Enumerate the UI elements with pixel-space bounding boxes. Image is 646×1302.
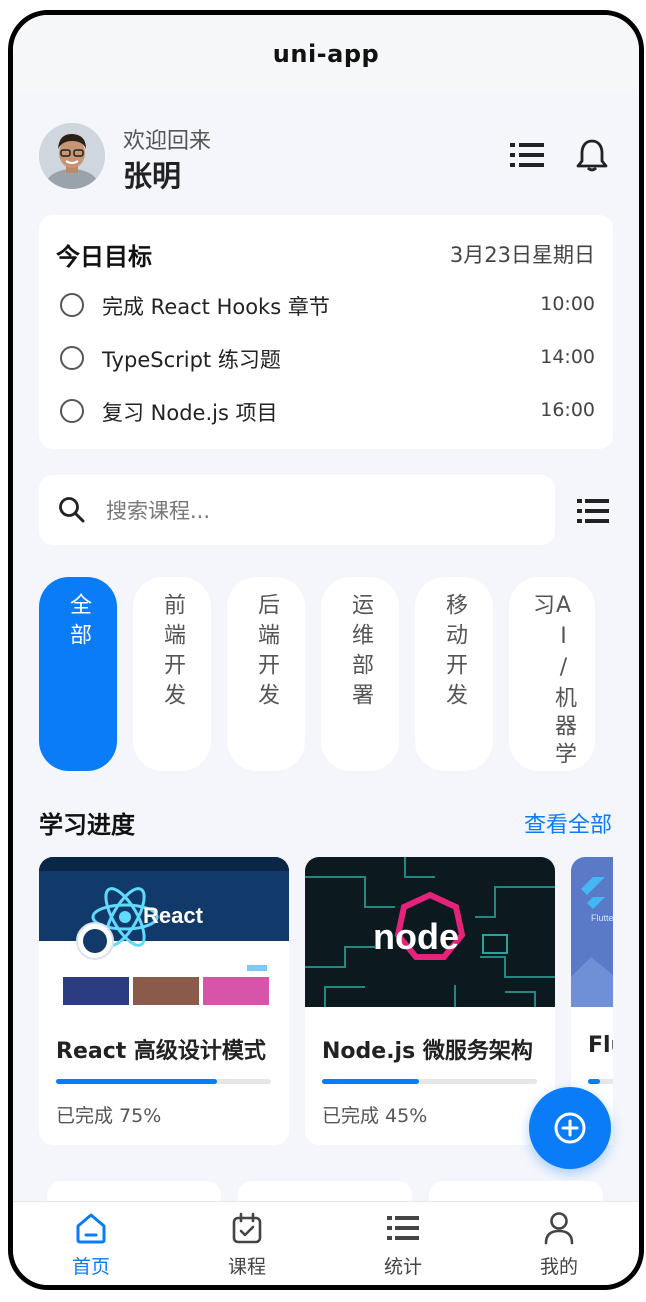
course-title: React 高级设计模式 [56, 1039, 266, 1064]
course-progress-fill [322, 1079, 419, 1084]
goal-text: TypeScript 练习题 [102, 348, 281, 372]
calendar-icon [232, 1212, 262, 1244]
tab-label: 统计 [383, 1256, 422, 1278]
category-backend[interactable]: 后端开发 [227, 577, 305, 771]
tab-label: 课程 [227, 1256, 266, 1278]
goals-date: 3月23日星期日 [449, 243, 595, 267]
search-icon [59, 497, 85, 523]
category-mobile[interactable]: 移动开发 [415, 577, 493, 771]
course-title: Node.js 微服务架构 [322, 1039, 533, 1064]
goal-item[interactable]: TypeScript 练习题 14:00 [39, 340, 613, 380]
course-progress-bar [56, 1079, 271, 1084]
home-icon [76, 1213, 106, 1244]
today-goals-card: 今日目标 3月23日星期日 完成 React Hooks 章节 10:00 Ty… [39, 215, 613, 449]
goal-time: 10:00 [540, 293, 595, 315]
list-icon [387, 1216, 419, 1240]
course-status: 已完成 75% [56, 1105, 162, 1127]
goal-checkbox[interactable] [60, 293, 84, 317]
user-icon [544, 1212, 574, 1245]
category-ai[interactable]: AI/机器学习 [509, 577, 595, 771]
search-input[interactable]: 搜索课程... [106, 495, 210, 525]
avatar[interactable] [39, 123, 105, 189]
goal-time: 14:00 [540, 346, 595, 368]
category-all[interactable]: 全部 [39, 577, 117, 771]
goal-text: 完成 React Hooks 章节 [102, 295, 330, 319]
filter-button[interactable] [573, 491, 613, 531]
goal-item[interactable]: 复习 Node.js 项目 16:00 [39, 393, 613, 433]
username: 张明 [123, 159, 182, 193]
category-label: 运维部署 [348, 593, 373, 713]
category-label: 移动开发 [442, 593, 467, 713]
course-card[interactable]: React React 高级设计模式 已完成 75% [39, 857, 289, 1145]
course-card[interactable]: node Node.js 微服务架构 已完成 45% [305, 857, 555, 1145]
goals-title: 今日目标 [56, 243, 152, 271]
tab-stats[interactable]: 统计 [353, 1210, 453, 1285]
list-icon [510, 143, 544, 167]
category-label: 前端开发 [160, 593, 185, 713]
list-icon [577, 499, 609, 523]
course-thumbnail: React [39, 857, 289, 1007]
bell-icon [576, 139, 608, 172]
plus-circle-icon [554, 1112, 586, 1144]
phone-frame: uni-app 欢迎回来 张明 今日目标 3月23日星期日 完成 React H… [8, 10, 644, 1290]
course-progress-bar [588, 1079, 613, 1084]
category-devops[interactable]: 运维部署 [321, 577, 399, 771]
course-progress-bar [322, 1079, 537, 1084]
tab-courses[interactable]: 课程 [197, 1210, 297, 1285]
header: 欢迎回来 张明 [13, 115, 639, 205]
course-thumbnail: Flutter [571, 857, 613, 1007]
category-label: 后端开发 [254, 593, 279, 713]
add-fab-button[interactable] [529, 1087, 611, 1169]
svg-text:node: node [373, 916, 459, 957]
menu-button[interactable] [507, 135, 547, 175]
category-frontend[interactable]: 前端开发 [133, 577, 211, 771]
course-progress-fill [588, 1079, 600, 1084]
bottom-tab-bar: 首页 课程 统计 我的 [13, 1201, 639, 1285]
course-progress-fill [56, 1079, 218, 1084]
goal-time: 16:00 [540, 399, 595, 421]
search-bar[interactable]: 搜索课程... [39, 475, 555, 545]
welcome-text: 欢迎回来 [123, 129, 212, 154]
course-thumbnail: node [305, 857, 555, 1007]
tab-profile[interactable]: 我的 [509, 1210, 609, 1285]
see-all-link[interactable]: 查看全部 [524, 807, 612, 839]
course-title: Flu [588, 1033, 613, 1058]
tab-home[interactable]: 首页 [41, 1210, 141, 1285]
svg-text:Flutter: Flutter [591, 913, 613, 923]
svg-text:React: React [143, 903, 204, 928]
progress-section-title: 学习进度 [39, 811, 135, 839]
goal-item[interactable]: 完成 React Hooks 章节 10:00 [39, 287, 613, 327]
category-label: AI/机器学习 [529, 593, 576, 770]
tab-label: 我的 [539, 1256, 578, 1278]
category-tabs: 全部 前端开发 后端开发 运维部署 移动开发 AI/机器学习 [39, 577, 639, 771]
goal-checkbox[interactable] [60, 346, 84, 370]
tab-label: 首页 [71, 1256, 110, 1278]
category-label: 全部 [66, 593, 91, 653]
goal-checkbox[interactable] [60, 399, 84, 423]
goal-text: 复习 Node.js 项目 [102, 401, 278, 425]
app-title: uni-app [13, 15, 639, 93]
course-status: 已完成 45% [322, 1105, 428, 1127]
notification-button[interactable] [572, 135, 612, 175]
